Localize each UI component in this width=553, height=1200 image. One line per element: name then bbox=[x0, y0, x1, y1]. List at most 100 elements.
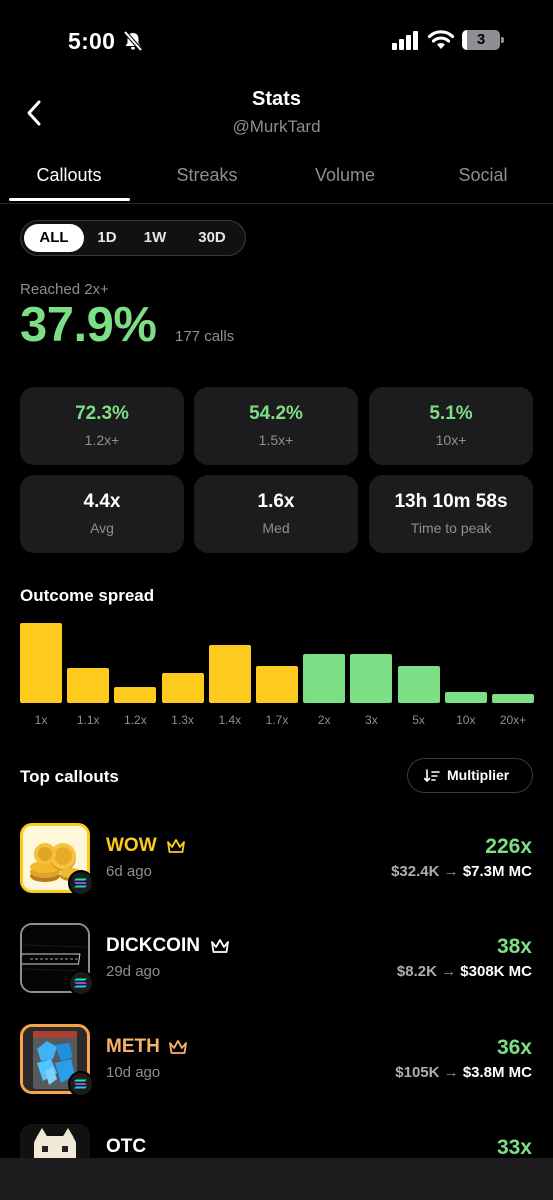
arrow-right-icon: → bbox=[443, 863, 459, 880]
reached-percentage: 37.9% bbox=[20, 298, 157, 352]
stat-value: 13h 10m 58s bbox=[394, 491, 508, 512]
cellular-signal-icon bbox=[392, 31, 418, 50]
page-title: Stats bbox=[252, 88, 301, 110]
callout-row[interactable]: METH 10d ago 36x $105K → $3.8M MC bbox=[0, 1024, 553, 1104]
top-callouts-title: Top callouts bbox=[20, 767, 119, 786]
stats-tabs: Callouts Streaks Volume Social bbox=[0, 158, 553, 204]
outcome-bar-2x bbox=[303, 654, 346, 703]
outcome-bar-label: 1x bbox=[34, 713, 48, 727]
crown-icon bbox=[211, 939, 229, 953]
stat-card-1-5x: 54.2% 1.5x+ bbox=[194, 387, 358, 465]
outcome-spread-chart: 1x 1.1x 1.2x 1.3x 1.4x 1.7x 2x 3x 5x 10x 20x+ bbox=[20, 612, 534, 732]
stat-value: 54.2% bbox=[249, 403, 303, 424]
outcome-bar-1-4x bbox=[208, 645, 251, 703]
mc-to: $3.8M MC bbox=[462, 1064, 532, 1081]
range-all-button[interactable]: ALL bbox=[24, 224, 84, 252]
outcome-bar-1-7x bbox=[256, 666, 298, 703]
market-cap-change: $8.2K → $308K MC bbox=[397, 963, 532, 980]
outcome-bar-1-1x bbox=[67, 668, 110, 703]
stat-label: 10x+ bbox=[435, 432, 467, 448]
tab-volume[interactable]: Volume bbox=[276, 158, 414, 202]
callout-multiplier: 226x bbox=[485, 835, 532, 858]
range-30d-button[interactable]: 30D bbox=[187, 224, 237, 252]
callout-multiplier: 33x bbox=[496, 1136, 532, 1158]
callout-row[interactable]: DICKCOIN 29d ago 38x $8.2K → $308K MC bbox=[0, 923, 553, 1003]
outcome-bar-10x bbox=[444, 692, 487, 703]
status-time: 5:00 bbox=[68, 28, 116, 54]
mc-from: $105K bbox=[395, 1064, 440, 1081]
outcome-bar-1-2x bbox=[114, 687, 157, 703]
arrow-right-icon: → bbox=[443, 1064, 459, 1081]
stat-label: Avg bbox=[90, 520, 114, 536]
outcome-bar-label: 1.7x bbox=[265, 713, 289, 727]
stat-card-time-to-peak: 13h 10m 58s Time to peak bbox=[369, 475, 533, 553]
callout-multiplier: 36x bbox=[496, 1036, 532, 1059]
stat-label: Time to peak bbox=[410, 520, 492, 536]
token-name: DICKCOIN bbox=[106, 935, 200, 956]
market-cap-change: $32.4K → $7.3M MC bbox=[391, 863, 532, 880]
page-subtitle-username: @MurkTard bbox=[232, 117, 321, 136]
outcome-bar-label: 20x+ bbox=[499, 713, 527, 727]
mc-to: $308K MC bbox=[460, 963, 532, 980]
wifi-icon bbox=[427, 30, 455, 49]
tab-streaks[interactable]: Streaks bbox=[138, 158, 276, 202]
calls-count: 177 calls bbox=[175, 328, 235, 345]
callout-row[interactable]: OTC 33x bbox=[0, 1124, 553, 1158]
cat-avatar-image bbox=[20, 1124, 90, 1158]
callout-age: 29d ago bbox=[106, 963, 161, 980]
range-1d-button[interactable]: 1D bbox=[87, 224, 127, 252]
stat-card-median: 1.6x Med bbox=[194, 475, 358, 553]
sort-multiplier-label: Multiplier bbox=[447, 767, 510, 783]
outcome-bar-3x bbox=[350, 654, 393, 703]
callout-age: 6d ago bbox=[106, 863, 152, 880]
sort-icon bbox=[424, 769, 440, 782]
mc-from: $32.4K bbox=[391, 863, 440, 880]
outcome-spread-title: Outcome spread bbox=[20, 586, 155, 605]
solana-chain-badge-icon bbox=[68, 970, 94, 996]
outcome-bar-label: 2x bbox=[317, 713, 331, 727]
time-range-filter: ALL 1D 1W 30D bbox=[20, 220, 246, 256]
reached-label: Reached 2x+ bbox=[20, 281, 109, 298]
token-name: WOW bbox=[106, 835, 157, 856]
outcome-bar-label: 3x bbox=[365, 713, 378, 727]
stat-card-10x: 5.1% 10x+ bbox=[369, 387, 533, 465]
market-cap-change: $105K → $3.8M MC bbox=[395, 1064, 532, 1081]
arrow-right-icon: → bbox=[441, 963, 457, 980]
status-bar: 5:00 3 bbox=[0, 0, 553, 80]
token-thumbnail bbox=[20, 1124, 90, 1158]
callout-multiplier: 38x bbox=[496, 935, 532, 958]
token-name: OTC bbox=[106, 1136, 147, 1157]
outcome-bar-label: 1.2x bbox=[124, 713, 147, 727]
crown-icon bbox=[169, 1040, 187, 1054]
sort-multiplier-button[interactable]: Multiplier bbox=[407, 758, 533, 793]
stat-value: 1.6x bbox=[257, 491, 295, 512]
stat-label: 1.5x+ bbox=[258, 432, 294, 448]
stat-value: 5.1% bbox=[429, 403, 473, 424]
crown-icon bbox=[167, 839, 185, 853]
tab-social[interactable]: Social bbox=[414, 158, 552, 202]
outcome-bar-5x bbox=[397, 666, 440, 703]
callout-row[interactable]: WOW 6d ago 226x $32.4K → $7.3M MC bbox=[0, 823, 553, 903]
stat-card-1-2x: 72.3% 1.2x+ bbox=[20, 387, 184, 465]
stat-label: Med bbox=[262, 520, 290, 536]
mc-from: $8.2K bbox=[396, 963, 437, 980]
stat-value: 72.3% bbox=[75, 403, 129, 424]
bell-muted-icon bbox=[123, 30, 143, 52]
outcome-bar-label: 1.1x bbox=[76, 713, 100, 727]
outcome-bar-label: 5x bbox=[412, 713, 425, 727]
page-header: Stats @MurkTard bbox=[0, 80, 553, 150]
active-tab-indicator bbox=[9, 198, 130, 201]
callout-age: 10d ago bbox=[106, 1064, 161, 1081]
solana-chain-badge-icon bbox=[68, 870, 94, 896]
stat-value: 4.4x bbox=[83, 491, 121, 512]
outcome-bar-label: 1.3x bbox=[171, 713, 194, 727]
outcome-bar-1-3x bbox=[161, 673, 204, 703]
outcome-bar-1x bbox=[20, 623, 62, 703]
solana-chain-badge-icon bbox=[68, 1071, 94, 1097]
mc-to: $7.3M MC bbox=[462, 863, 532, 880]
tab-callouts[interactable]: Callouts bbox=[0, 158, 138, 202]
battery-level: 3 bbox=[476, 31, 486, 48]
outcome-bar-label: 10x bbox=[456, 713, 476, 727]
range-1w-button[interactable]: 1W bbox=[135, 224, 175, 252]
battery-indicator: 3 bbox=[462, 30, 504, 50]
